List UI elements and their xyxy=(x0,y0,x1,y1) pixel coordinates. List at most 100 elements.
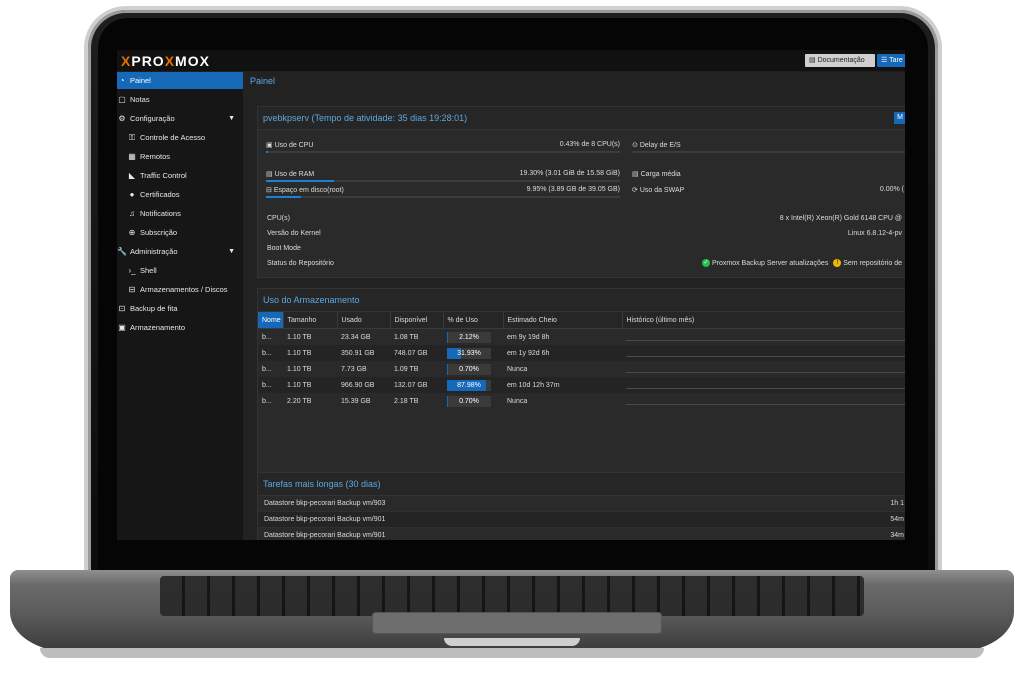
cpu-icon: ▣ xyxy=(266,142,275,149)
ram-usage-label: ▤ Uso de RAM xyxy=(266,171,315,178)
refresh-icon: ⟳ xyxy=(632,187,640,194)
cell-used: 7.73 GB xyxy=(341,365,367,373)
sidebar: ◔ Painel ▢ Notas ⚙ Configuração ▼ ⚿ Controle … xyxy=(117,72,243,540)
table-row[interactable]: b... 1.10 TB 350.91 GB 748.07 GB 31.93% … xyxy=(258,345,905,361)
sidebar-item-painel[interactable]: ◔ Painel xyxy=(117,72,243,89)
sidebar-item-armazenamentos-discos[interactable]: ⊟ Armazenamentos / Discos xyxy=(117,281,253,298)
bell-icon: ♫ xyxy=(129,209,135,218)
laptop-trackpad xyxy=(372,612,662,634)
hdd-icon: ⊟ xyxy=(266,187,274,194)
table-row[interactable]: b... 1.10 TB 966.90 GB 132.07 GB 87.98% … xyxy=(258,377,905,393)
terminal-icon: ›_ xyxy=(128,266,136,275)
main-content: Painel pvebkpserv (Tempo de atividade: 3… xyxy=(243,72,905,540)
server-panel-title: pvebkpserv (Tempo de atividade: 35 dias … xyxy=(258,107,905,130)
sidebar-item-shell[interactable]: ›_ Shell xyxy=(117,262,253,279)
ram-usage-bar xyxy=(266,180,620,182)
list-item[interactable]: Datastore bkp-pecorari Backup vm/903 1h 1 xyxy=(258,496,905,512)
cpus-label: CPU(s) xyxy=(267,215,290,222)
column-header-used[interactable]: Usado xyxy=(337,312,391,329)
dashboard-icon: ◔ xyxy=(119,76,125,85)
load-average-label: ▤ Carga média xyxy=(632,171,681,178)
history-sparkline xyxy=(626,371,905,373)
cell-usage-percent: 0.70% xyxy=(443,361,503,377)
cell-estimated-full: em 9y 19d 8h xyxy=(507,333,550,341)
sidebar-item-notas[interactable]: ▢ Notas xyxy=(117,91,243,108)
cell-available: 748.07 GB xyxy=(390,345,443,361)
list-item[interactable]: Datastore bkp-pecorari Backup vm/901 34m xyxy=(258,528,905,540)
cpu-usage-bar xyxy=(266,151,620,153)
proxmox-logo[interactable]: XPROXMOX xyxy=(121,53,210,69)
column-header-name[interactable]: Nome xyxy=(258,312,284,329)
server-status-panel: pvebkpserv (Tempo de atividade: 35 dias … xyxy=(257,106,905,278)
documentation-button[interactable]: ▤ Documentação xyxy=(805,54,875,67)
cell-history xyxy=(622,361,905,377)
io-delay-bar xyxy=(632,151,905,153)
key-icon: ⚿ xyxy=(128,133,136,142)
sidebar-item-certificados[interactable]: ● Certificados xyxy=(117,186,253,203)
cell-history xyxy=(622,345,905,361)
cell-estimated-full: Nunca xyxy=(507,397,528,405)
sidebar-item-armazenamento[interactable]: ▣ Armazenamento xyxy=(117,319,243,336)
table-row[interactable]: b... 1.10 TB 7.73 GB 1.09 TB 0.70% Nunca xyxy=(258,361,905,377)
usage-bar: 31.93% xyxy=(447,347,491,359)
swap-usage-label: ⟳ Uso da SWAP xyxy=(632,187,685,194)
sidebar-item-traffic-control[interactable]: ◣ Traffic Control xyxy=(117,167,253,184)
history-sparkline xyxy=(626,387,905,389)
notes-icon: ▢ xyxy=(118,95,126,104)
cell-name: b... xyxy=(262,365,272,373)
top-bar: XPROXMOX ▤ Documentação ☰ Tare xyxy=(117,50,905,71)
repo-status-value: ✓ Proxmox Backup Server atualizações ! S… xyxy=(702,259,902,267)
history-sparkline xyxy=(626,403,905,405)
longest-tasks-panel: Tarefas mais longas (30 dias) Datastore … xyxy=(257,472,905,540)
warning-icon: ! xyxy=(833,259,842,267)
cell-name: b... xyxy=(258,345,283,361)
server-icon: ▦ xyxy=(128,152,136,161)
tasks-button[interactable]: ☰ Tare xyxy=(877,54,905,67)
tasks-icon: ▤ xyxy=(632,171,641,178)
table-row[interactable]: b... 2.20 TB 15.39 GB 2.18 TB 0.70% Nunc… xyxy=(258,393,905,409)
cell-used: 966.90 GB xyxy=(337,377,390,393)
cell-used: 350.91 GB xyxy=(337,345,390,361)
list-icon: ☰ xyxy=(881,57,890,64)
cell-size: 1.10 TB xyxy=(287,333,312,341)
list-item[interactable]: Datastore bkp-pecorari Backup vm/901 54m xyxy=(258,512,905,528)
wrench-icon: 🔧 xyxy=(117,247,127,256)
sidebar-item-remotos[interactable]: ▦ Remotos xyxy=(117,148,253,165)
cell-size: 1.10 TB xyxy=(283,345,337,361)
cell-estimated-full: em 1y 92d 6h xyxy=(503,345,622,361)
more-button[interactable]: M xyxy=(894,112,905,124)
usage-bar: 0.70% xyxy=(447,395,491,407)
ram-usage-value: 19.30% (3.01 GiB de 15.58 GiB) xyxy=(519,170,620,177)
tasks-list: Datastore bkp-pecorari Backup vm/903 1h 1… xyxy=(258,496,905,540)
table-row[interactable]: b... 1.10 TB 23.34 GB 1.08 TB 2.12% em 9… xyxy=(258,329,905,346)
sidebar-item-controle-de-acesso[interactable]: ⚿ Controle de Acesso xyxy=(117,129,253,146)
logo-x: X xyxy=(121,53,132,69)
cell-size: 1.10 TB xyxy=(283,377,337,393)
column-header-available[interactable]: Disponível xyxy=(390,312,444,329)
column-header-usage-percent[interactable]: % de Uso xyxy=(443,312,504,329)
cpu-usage-label: ▣ Uso de CPU xyxy=(266,142,314,149)
usage-bar: 2.12% xyxy=(447,331,491,343)
laptop-foot xyxy=(40,648,984,658)
cell-size: 1.10 TB xyxy=(287,365,312,373)
cell-available: 132.07 GB xyxy=(390,377,443,393)
laptop-keyboard xyxy=(160,576,864,616)
sidebar-item-notifications[interactable]: ♫ Notifications xyxy=(117,205,253,222)
cell-usage-percent: 0.70% xyxy=(443,393,503,409)
column-header-size[interactable]: Tamanho xyxy=(283,312,338,329)
sidebar-item-subscricao[interactable]: ⊕ Subscrição xyxy=(117,224,253,241)
chevron-down-icon: ▼ xyxy=(228,248,235,255)
sidebar-item-configuracao[interactable]: ⚙ Configuração ▼ xyxy=(117,110,243,127)
cell-name: b... xyxy=(262,333,272,341)
cell-usage-percent: 87.98% xyxy=(443,377,503,393)
sidebar-item-administracao[interactable]: 🔧 Administração ▼ xyxy=(117,243,243,260)
cell-estimated-full: Nunca xyxy=(507,365,528,373)
boot-mode-label: Boot Mode xyxy=(267,245,301,252)
sidebar-item-backup-de-fita[interactable]: ⊡ Backup de fita xyxy=(117,300,243,317)
cell-available: 1.08 TB xyxy=(394,333,419,341)
disk-usage-value: 9.95% (3.89 GB de 39.05 GB) xyxy=(526,186,620,193)
cell-used: 23.34 GB xyxy=(341,333,371,341)
column-header-history[interactable]: Histórico (último mês) xyxy=(622,312,905,329)
column-header-estimated-full[interactable]: Estimado Cheio xyxy=(503,312,623,329)
screen: XPROXMOX ▤ Documentação ☰ Tare ◔ Painel ▢… xyxy=(117,50,905,540)
